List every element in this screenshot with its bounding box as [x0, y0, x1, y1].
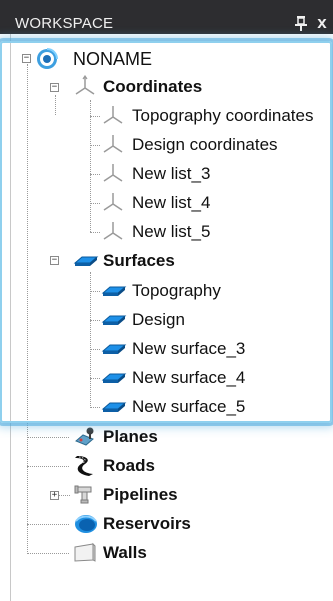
coordinates-axes-icon [101, 133, 125, 155]
tree-node-label: New list_4 [132, 193, 211, 212]
tree-connector [58, 495, 70, 496]
tree-node-label: Reservoirs [103, 514, 191, 533]
pipeline-icon [73, 483, 97, 505]
tree-node-label: Roads [103, 456, 155, 475]
tree-connector [90, 100, 91, 232]
close-button[interactable]: x [314, 14, 330, 32]
tree-connector [90, 349, 100, 350]
tree-connector [90, 291, 100, 292]
project-icon [34, 46, 58, 69]
reservoir-icon [73, 511, 97, 533]
tree-connector [55, 95, 56, 115]
tree-node-label: Pipelines [103, 485, 178, 504]
tree-node-label: Coordinates [103, 77, 203, 96]
collapse-toggle[interactable]: − [50, 83, 59, 92]
tree-connector [90, 116, 100, 117]
tree-connector [90, 174, 100, 175]
surface-icon [101, 308, 127, 330]
coordinates-axes-icon [101, 104, 125, 126]
tree-node-label: Topography [132, 281, 221, 300]
coordinates-axes-icon [73, 74, 97, 97]
panel-titlebar: WORKSPACE x [0, 0, 333, 34]
tree-connector [90, 320, 100, 321]
road-icon [73, 453, 97, 476]
tree-node-label: New list_5 [132, 222, 211, 241]
planes-icon [73, 425, 97, 447]
surface-icon [73, 249, 99, 271]
surface-icon [101, 279, 127, 301]
tree-connector [27, 64, 28, 554]
tree-connector [90, 272, 91, 406]
expand-toggle[interactable]: + [50, 491, 59, 500]
panel-title: WORKSPACE [15, 15, 114, 32]
coordinates-axes-icon [101, 162, 125, 184]
tree-connector [90, 145, 100, 146]
tree-connector [90, 232, 100, 233]
tree-connector [90, 203, 100, 204]
surface-icon [101, 366, 127, 388]
tree-node-label: Surfaces [103, 251, 175, 270]
surface-icon [101, 337, 127, 359]
surface-icon [101, 395, 127, 417]
tree-node-label: NONAME [73, 49, 153, 69]
coordinates-axes-icon [101, 191, 125, 213]
tree-node-label: Planes [103, 427, 158, 446]
tree-node-label: New surface_5 [132, 397, 246, 416]
tree-node-label: Design coordinates [132, 135, 278, 154]
tree-node-label: New surface_3 [132, 339, 246, 358]
wall-icon [73, 541, 97, 563]
tree-connector [90, 378, 100, 379]
tree-connector [90, 407, 100, 408]
tree-node-label: Walls [103, 543, 147, 562]
tree-connector [27, 524, 69, 525]
collapse-toggle[interactable]: − [50, 256, 59, 265]
tree-node-label: New list_3 [132, 164, 211, 183]
tree-node-label: Design [132, 310, 185, 329]
pin-icon[interactable] [294, 14, 308, 32]
tree-connector [27, 437, 69, 438]
tree-connector [27, 553, 69, 554]
collapse-toggle[interactable]: − [22, 54, 31, 63]
coordinates-axes-icon [101, 220, 125, 242]
tree-node-label: Topography coordinates [132, 106, 314, 125]
tree-connector [27, 466, 69, 467]
tree-node-label: New surface_4 [132, 368, 246, 387]
